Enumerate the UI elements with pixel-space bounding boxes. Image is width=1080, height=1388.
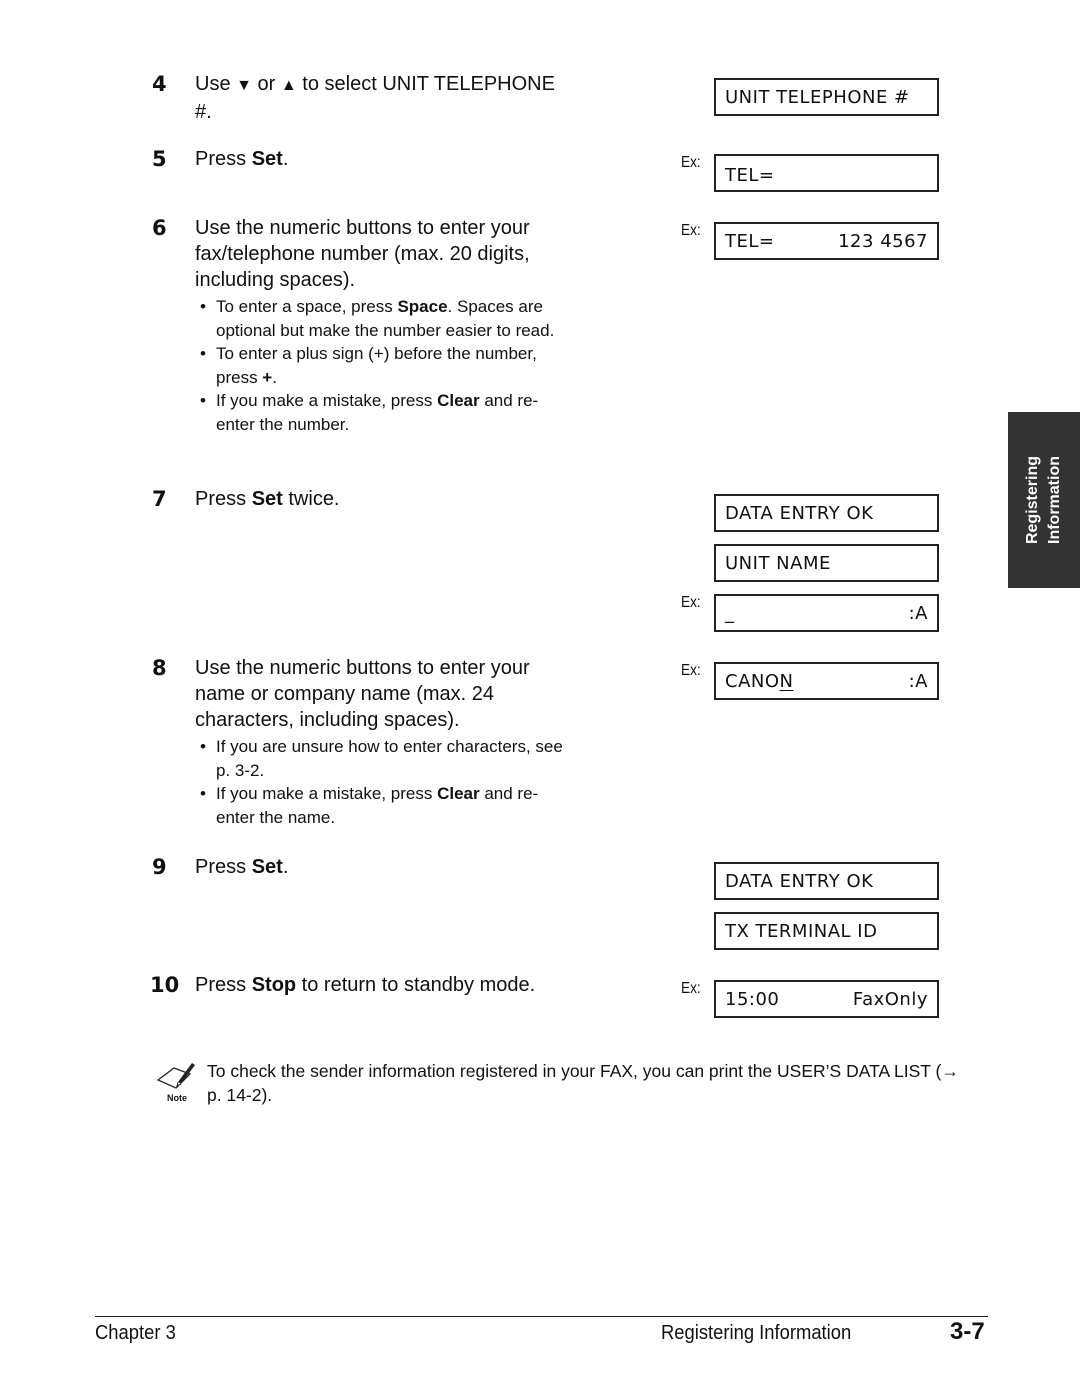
step-number: 7 xyxy=(152,487,167,511)
step-number: 5 xyxy=(152,147,167,171)
lcd-display: TX TERMINAL ID xyxy=(714,912,939,950)
note-label: Note xyxy=(167,1093,187,1103)
example-label: Ex: xyxy=(681,980,701,997)
bullet-item: If you make a mistake, press Clear and r… xyxy=(200,389,570,436)
step-number: 9 xyxy=(152,855,167,879)
step-text: Use ▼ or ▲ to select UNIT TELEPHONE #. xyxy=(195,73,555,123)
cursor: _ xyxy=(725,603,735,624)
lcd-display: DATA ENTRY OK xyxy=(714,494,939,532)
lcd-display: CANON :A xyxy=(714,662,939,700)
lcd-display: 15:00 FaxOnly xyxy=(714,980,939,1018)
bullet-item: To enter a plus sign (+) before the numb… xyxy=(200,342,570,389)
step-text: Press Set twice. xyxy=(195,488,340,510)
footer-section: Registering Information xyxy=(661,1322,852,1344)
step-text: Use the numeric buttons to enter your fa… xyxy=(195,217,530,291)
example-label: Ex: xyxy=(681,222,701,239)
bullet-item: If you make a mistake, press Clear and r… xyxy=(200,782,570,829)
up-arrow-icon: ▲ xyxy=(280,77,297,94)
example-label: Ex: xyxy=(681,662,701,679)
footer-chapter: Chapter 3 xyxy=(95,1322,176,1344)
note-text: To check the sender information register… xyxy=(207,1061,959,1105)
step-text: Use the numeric buttons to enter your na… xyxy=(195,657,530,731)
lcd-display: TEL= xyxy=(714,154,939,192)
footer-divider xyxy=(95,1316,988,1317)
lcd-display: _ :A xyxy=(714,594,939,632)
bullet-item: To enter a space, press Space. Spaces ar… xyxy=(200,295,570,342)
lcd-display: DATA ENTRY OK xyxy=(714,862,939,900)
step-text: Press Set. xyxy=(195,856,289,878)
step-number: 10 xyxy=(150,973,180,997)
note-icon: Note xyxy=(156,1060,196,1106)
step-number: 4 xyxy=(152,72,167,96)
step-text: Press Set. xyxy=(195,148,289,170)
bullet-list: If you are unsure how to enter character… xyxy=(200,735,570,829)
example-label: Ex: xyxy=(681,154,701,171)
lcd-display: TEL= 123 4567 xyxy=(714,222,939,260)
down-arrow-icon: ▼ xyxy=(236,77,252,94)
example-label: Ex: xyxy=(681,594,701,611)
step-number: 8 xyxy=(152,656,167,680)
step-text: Press Stop to return to standby mode. xyxy=(195,974,536,996)
chapter-side-tab: Registering Information xyxy=(1008,412,1080,588)
step-number: 6 xyxy=(152,216,167,240)
page-number: 3-7 xyxy=(950,1318,985,1345)
lcd-display: UNIT TELEPHONE # xyxy=(714,78,939,116)
pencil-note-icon xyxy=(156,1063,195,1089)
lcd-display: UNIT NAME xyxy=(714,544,939,582)
cursor-char: N xyxy=(779,671,794,692)
bullet-list: To enter a space, press Space. Spaces ar… xyxy=(200,295,570,436)
bullet-item: If you are unsure how to enter character… xyxy=(200,735,570,782)
